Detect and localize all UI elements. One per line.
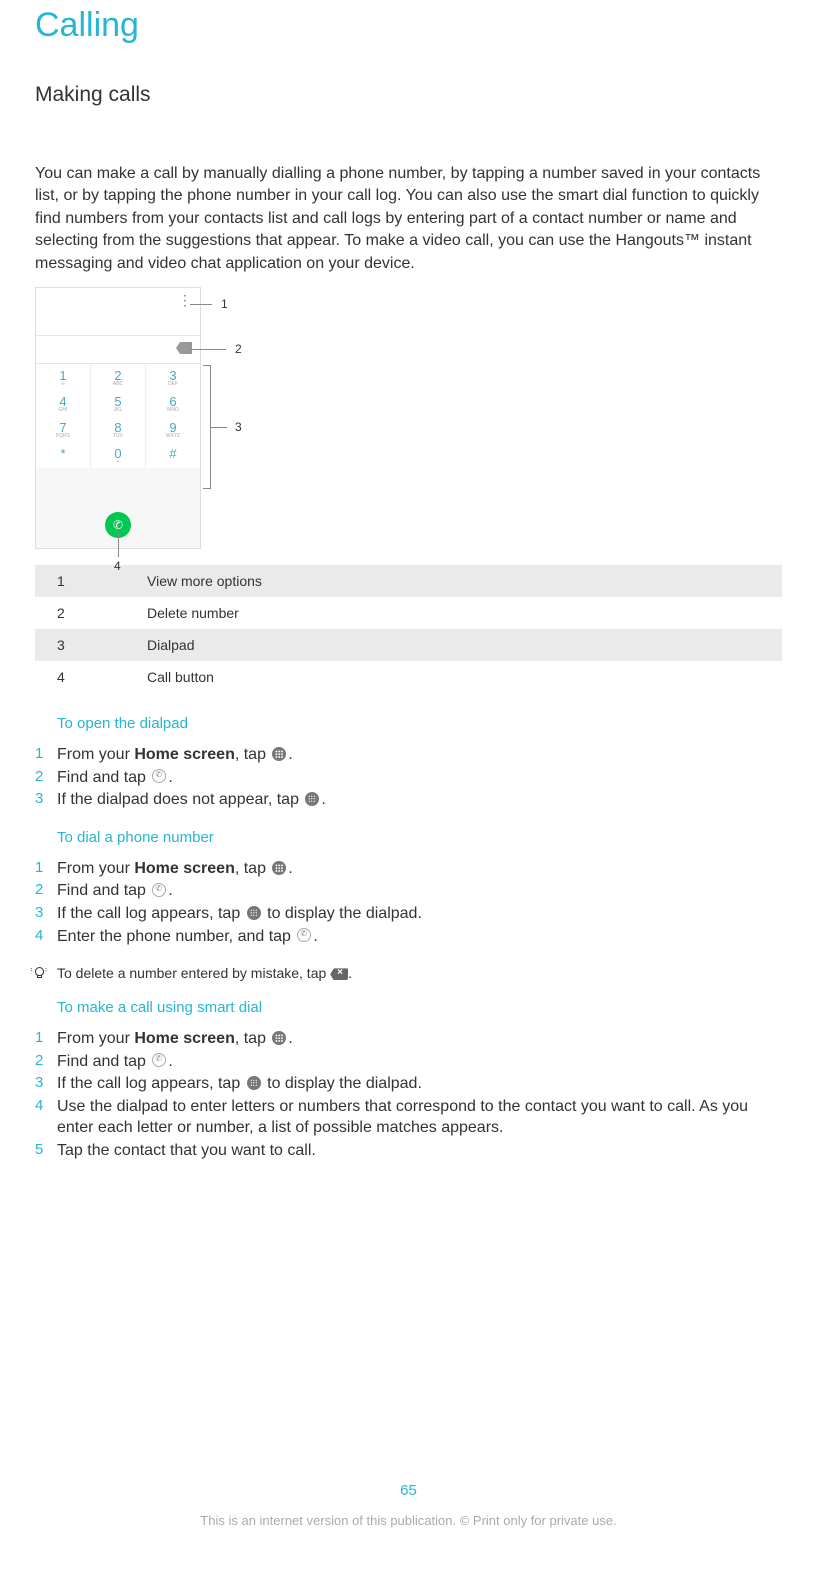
keypad-key: 9WXYZ [146, 416, 200, 442]
section-heading: Making calls [35, 83, 782, 107]
keypad-key: 3DEF [146, 364, 200, 390]
step-item: 3If the dialpad does not appear, tap . [35, 789, 782, 811]
figure-wrapper: ⋮ 1∞2ABC3DEF4GHI5JKL6MNO7PQRS8TUV9WXYZ*0… [35, 287, 782, 549]
callout-4: 4 [114, 559, 121, 573]
step-item: 5Tap the contact that you want to call. [35, 1140, 782, 1162]
step-item: 4Use the dialpad to enter letters or num… [35, 1096, 782, 1139]
phone-icon [150, 767, 168, 785]
keypad-key: 5JKL [91, 390, 146, 416]
keypad-key: * [36, 442, 91, 468]
intro-paragraph: You can make a call by manually dialling… [35, 163, 782, 275]
keypad-key: 8TUV [91, 416, 146, 442]
step-item: 1From your Home screen, tap . [35, 1028, 782, 1050]
step-item: 2Find and tap . [35, 1051, 782, 1073]
phone-icon [150, 1051, 168, 1069]
dial-icon [303, 790, 321, 808]
keypad-key: 7PQRS [36, 416, 91, 442]
subsection-smart-dial: To make a call using smart dial [57, 999, 782, 1016]
legend-row: 2Delete number [35, 597, 782, 629]
page-number: 65 [0, 1482, 817, 1499]
keypad-key: 0+ [91, 442, 146, 468]
apps-icon [270, 1029, 288, 1047]
steps-open-dialpad: 1From your Home screen, tap .2Find and t… [35, 744, 782, 811]
keypad-key: 2ABC [91, 364, 146, 390]
tip-row: ⠃⠃ To delete a number entered by mistake… [35, 965, 782, 981]
subsection-dial-number: To dial a phone number [57, 829, 782, 846]
step-item: 3If the call log appears, tap to display… [35, 903, 782, 925]
call-icon [295, 926, 313, 944]
keypad-key: 4GHI [36, 390, 91, 416]
legend-row: 4Call button [35, 661, 782, 693]
callout-2: 2 [235, 342, 242, 356]
page-footer: 65 This is an internet version of this p… [0, 1482, 817, 1540]
copyright-notice: This is an internet version of this publ… [0, 1513, 817, 1528]
dial-icon [245, 1074, 263, 1092]
keypad-key: 1∞ [36, 364, 91, 390]
tip-text: To delete a number entered by mistake, t… [57, 965, 330, 981]
keypad-key: # [146, 442, 200, 468]
step-item: 2Find and tap . [35, 767, 782, 789]
keypad-key: 6MNO [146, 390, 200, 416]
apps-icon [270, 859, 288, 877]
step-item: 1From your Home screen, tap . [35, 858, 782, 880]
delete-icon [330, 968, 348, 980]
step-item: 1From your Home screen, tap . [35, 744, 782, 766]
apps-icon [270, 745, 288, 763]
page-title: Calling [35, 0, 782, 45]
step-item: 2Find and tap . [35, 880, 782, 902]
callout-3: 3 [235, 420, 242, 434]
step-item: 3If the call log appears, tap to display… [35, 1073, 782, 1095]
legend-row: 3Dialpad [35, 629, 782, 661]
step-item: 4Enter the phone number, and tap . [35, 926, 782, 948]
steps-smart-dial: 1From your Home screen, tap .2Find and t… [35, 1028, 782, 1162]
steps-dial-number: 1From your Home screen, tap .2Find and t… [35, 858, 782, 947]
legend-table: 1View more options2Delete number3Dialpad… [35, 565, 782, 693]
subsection-open-dialpad: To open the dialpad [57, 715, 782, 732]
tip-bulb-icon: ⠃⠃ [35, 967, 57, 981]
phone-icon [150, 881, 168, 899]
dialpad-figure: ⋮ 1∞2ABC3DEF4GHI5JKL6MNO7PQRS8TUV9WXYZ*0… [35, 287, 201, 549]
dial-icon [245, 904, 263, 922]
callout-1: 1 [221, 297, 228, 311]
legend-row: 1View more options [35, 565, 782, 597]
